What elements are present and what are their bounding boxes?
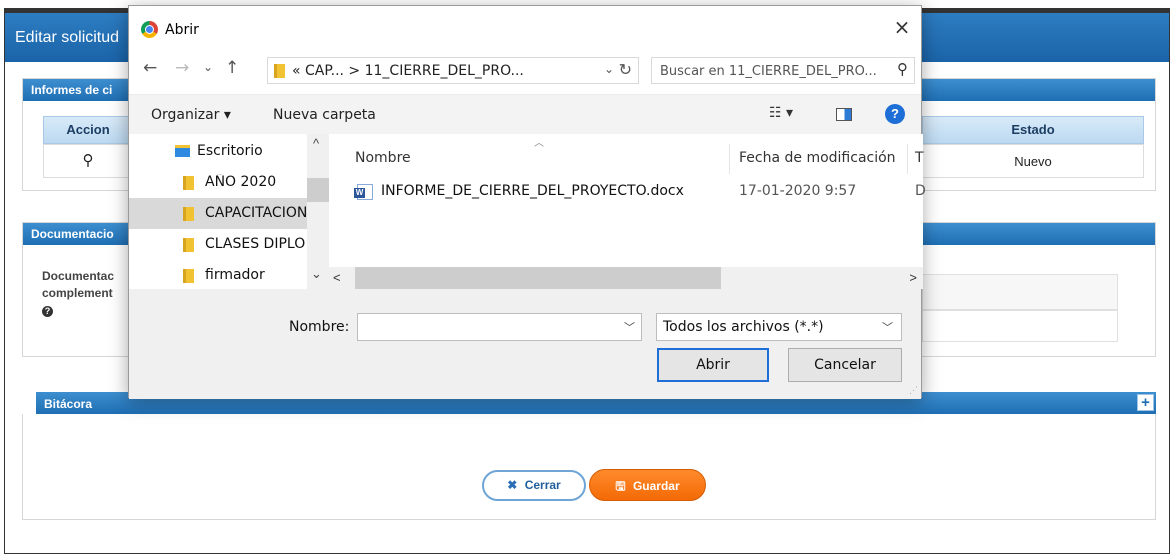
file-type-filter-value: Todos los archivos (*.*) bbox=[663, 319, 824, 335]
forward-arrow-icon[interactable]: → bbox=[175, 58, 189, 78]
column-divider[interactable] bbox=[729, 144, 730, 174]
bitacora-title: Bitácora bbox=[44, 397, 93, 411]
scrollbar-thumb[interactable] bbox=[355, 267, 721, 289]
folder-label: CLASES DIPLO bbox=[205, 236, 306, 252]
cerrar-label: Cerrar bbox=[524, 478, 561, 492]
desktop-folder-icon bbox=[175, 145, 190, 157]
dialog-titlebar: Abrir × bbox=[129, 6, 921, 48]
folder-label: firmador bbox=[205, 267, 265, 283]
dialog-nav-row: ← → ⌄ ↑ « CAP... > 11_CIERRE_DEL_PRO... … bbox=[129, 54, 921, 86]
close-icon[interactable]: × bbox=[891, 16, 913, 38]
help-icon[interactable]: ? bbox=[885, 104, 905, 124]
folder-icon bbox=[274, 64, 285, 78]
chevron-down-icon[interactable]: ﹀ bbox=[882, 319, 893, 335]
column-header-fecha[interactable]: Fecha de modificación bbox=[739, 150, 896, 166]
folder-icon bbox=[183, 238, 194, 252]
cerrar-button[interactable]: ✖ Cerrar bbox=[482, 470, 586, 501]
file-open-dialog: Abrir × ← → ⌄ ↑ « CAP... > 11_CIERRE_DEL… bbox=[128, 5, 926, 399]
row-search-icon[interactable]: search-icon⚲ bbox=[43, 144, 133, 178]
search-icon[interactable]: ⚲ bbox=[897, 60, 908, 78]
dialog-toolbar: Organizar ▾ Nueva carpeta ☷ ▾ ? bbox=[129, 94, 921, 134]
chevron-down-icon[interactable]: ⌄ bbox=[604, 62, 614, 76]
folder-tree: Escritorio AÑO 2020 CAPACITACION CLASES … bbox=[129, 134, 329, 289]
folder-icon bbox=[183, 207, 194, 221]
scroll-left-icon[interactable]: < bbox=[333, 270, 341, 285]
file-name[interactable]: INFORME_DE_CIERRE_DEL_PROYECTO.docx bbox=[381, 183, 684, 199]
sort-indicator-icon: ︿ bbox=[534, 138, 544, 149]
column-header-nombre[interactable]: Nombre bbox=[355, 150, 411, 166]
address-path[interactable]: « CAP... > 11_CIERRE_DEL_PRO... bbox=[292, 63, 524, 79]
col-acciones-header: Accion bbox=[43, 116, 133, 144]
folder-label: AÑO 2020 bbox=[205, 174, 277, 190]
chevron-down-icon[interactable]: ﹀ bbox=[624, 319, 635, 335]
preview-pane-icon[interactable] bbox=[836, 108, 852, 121]
folder-label: Escritorio bbox=[197, 143, 263, 159]
folder-icon bbox=[183, 269, 194, 283]
recent-locations-icon[interactable]: ⌄ bbox=[203, 60, 213, 74]
guardar-label: Guardar bbox=[632, 479, 680, 493]
file-row[interactable]: INFORME_DE_CIERRE_DEL_PROYECTO.docx 17-0… bbox=[329, 180, 926, 204]
folder-tree-item-firmador[interactable]: firmador bbox=[129, 260, 307, 291]
refresh-icon[interactable]: ↻ bbox=[619, 60, 632, 79]
help-icon[interactable]: ? bbox=[42, 306, 53, 317]
documentacion-label-line1: Documentac bbox=[42, 269, 115, 283]
file-list: ︿ Nombre Fecha de modificación T INFORME… bbox=[329, 134, 926, 289]
chrome-icon bbox=[141, 21, 158, 38]
nueva-carpeta-button[interactable]: Nueva carpeta bbox=[273, 107, 376, 123]
address-bar[interactable]: « CAP... > 11_CIERRE_DEL_PRO... ⌄ ↻ bbox=[267, 57, 639, 84]
column-header-tipo[interactable]: T bbox=[915, 150, 924, 166]
file-list-horizontal-scrollbar[interactable]: < > bbox=[329, 267, 923, 289]
save-icon: 🖫 bbox=[615, 479, 626, 493]
documentacion-label: Documentac complement ? bbox=[42, 268, 114, 319]
organizar-menu[interactable]: Organizar ▾ bbox=[151, 107, 231, 123]
documentacion-upload-field[interactable] bbox=[922, 310, 1118, 342]
open-button[interactable]: Abrir bbox=[657, 348, 769, 382]
close-icon: ✖ bbox=[507, 478, 518, 492]
documentacion-upload-header bbox=[922, 274, 1118, 310]
bitacora-panel bbox=[22, 414, 1156, 520]
up-arrow-icon[interactable]: ↑ bbox=[225, 58, 239, 78]
guardar-button[interactable]: 🖫 Guardar bbox=[589, 469, 706, 501]
file-name-input[interactable]: ﹀ bbox=[357, 313, 642, 341]
dialog-footer: Nombre: ﹀ Todos los archivos (*.*) ﹀ Abr… bbox=[129, 289, 921, 399]
search-placeholder: Buscar en 11_CIERRE_DEL_PRO... bbox=[660, 64, 877, 79]
file-type: D bbox=[915, 183, 926, 199]
documentacion-label-line2: complement bbox=[42, 286, 113, 300]
chevron-down-icon[interactable]: ⌄ bbox=[311, 266, 322, 282]
scroll-up-icon[interactable]: ^ bbox=[313, 136, 319, 151]
add-bitacora-icon[interactable]: + bbox=[1137, 394, 1154, 411]
file-date: 17-01-2020 9:57 bbox=[739, 183, 857, 199]
back-arrow-icon[interactable]: ← bbox=[143, 58, 157, 78]
scroll-right-icon[interactable]: > bbox=[909, 270, 917, 285]
col-estado-header: Estado bbox=[922, 116, 1144, 144]
folder-tree-item-escritorio[interactable]: Escritorio bbox=[129, 136, 307, 167]
column-divider[interactable] bbox=[907, 144, 908, 174]
resize-grip-icon[interactable]: ⋰ bbox=[909, 385, 918, 396]
scrollbar-thumb[interactable] bbox=[307, 178, 329, 202]
search-input[interactable]: Buscar en 11_CIERRE_DEL_PRO... ⚲ bbox=[651, 57, 915, 84]
file-name-label: Nombre: bbox=[289, 319, 350, 335]
folder-label: CAPACITACION bbox=[205, 205, 307, 221]
folder-icon bbox=[183, 176, 194, 190]
word-doc-icon bbox=[354, 184, 373, 200]
page-title: Editar solicitud bbox=[15, 29, 120, 46]
folder-tree-scrollbar[interactable]: ^ ⌄ bbox=[307, 134, 329, 289]
folder-tree-item-clases-diplo[interactable]: CLASES DIPLO bbox=[129, 229, 307, 260]
cancel-button[interactable]: Cancelar bbox=[788, 348, 902, 382]
file-type-select[interactable]: Todos los archivos (*.*) ﹀ bbox=[656, 313, 902, 341]
folder-tree-item-ano-2020[interactable]: AÑO 2020 bbox=[129, 167, 307, 198]
estado-cell: Nuevo bbox=[922, 144, 1144, 178]
folder-tree-item-capacitacion[interactable]: CAPACITACION bbox=[129, 198, 307, 229]
view-options-icon[interactable]: ☷ ▾ bbox=[769, 105, 793, 121]
dialog-title: Abrir bbox=[165, 22, 199, 38]
